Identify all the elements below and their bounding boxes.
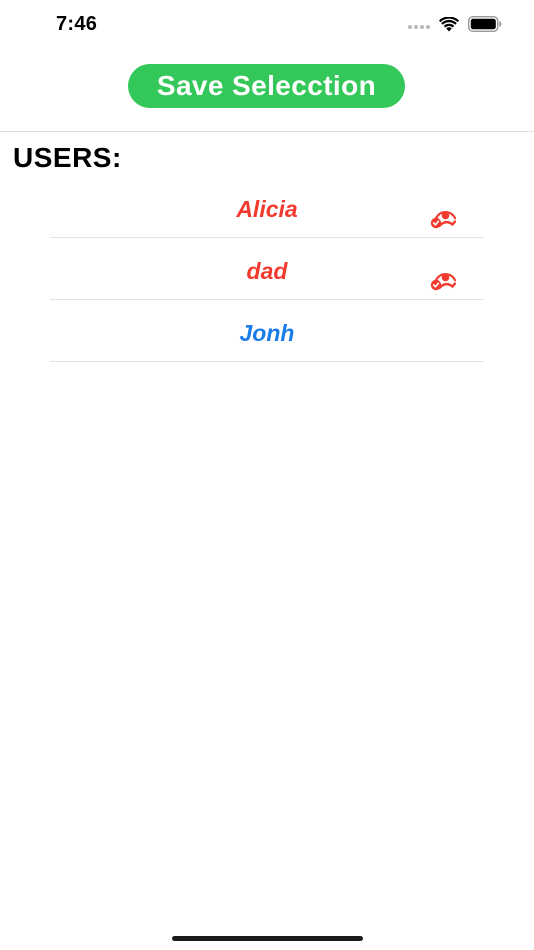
user-row-alicia[interactable]: Alicia — [50, 176, 484, 238]
user-list: Alicia dad Jonh — [50, 176, 484, 362]
status-icons — [408, 16, 502, 32]
wifi-icon — [439, 16, 459, 31]
user-check-icon — [430, 272, 456, 291]
save-selection-button[interactable]: Save Selecction — [128, 64, 405, 108]
users-section-title: USERS: — [13, 142, 122, 173]
user-check-icon — [430, 210, 456, 229]
status-bar: 7:46 — [0, 0, 534, 50]
home-indicator — [172, 936, 363, 941]
user-row-dad[interactable]: dad — [50, 238, 484, 300]
status-time: 7:46 — [56, 13, 98, 35]
user-name: Alicia — [236, 196, 298, 222]
user-name: Jonh — [239, 320, 295, 346]
signal-dots-icon — [408, 25, 430, 29]
user-name: dad — [246, 258, 288, 284]
battery-icon — [468, 16, 502, 32]
user-row-jonh[interactable]: Jonh — [50, 300, 484, 362]
header-divider — [0, 131, 534, 132]
